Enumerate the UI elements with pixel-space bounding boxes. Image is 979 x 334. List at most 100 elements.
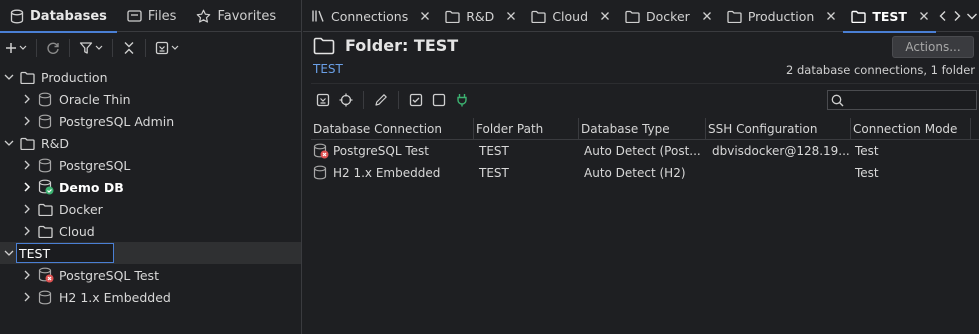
crosshair-icon: [339, 93, 353, 107]
folder-rename-input[interactable]: TEST: [16, 243, 114, 263]
column-header[interactable]: Database Connection: [311, 117, 474, 140]
database-icon: [38, 92, 54, 107]
pencil-icon: [375, 94, 387, 106]
editor-area: Connections R&D Cloud Docker Production …: [303, 0, 979, 334]
tab-connections[interactable]: Connections: [303, 0, 437, 32]
uncheck-all-button[interactable]: [429, 88, 449, 112]
tab-label: Cloud: [552, 8, 589, 24]
chevron-right-icon[interactable]: [20, 292, 34, 302]
tree-connection-postgresql-test[interactable]: PostgreSQL Test: [0, 264, 301, 286]
chevron-down-icon[interactable]: [2, 249, 16, 257]
folder-icon: [445, 10, 460, 23]
tree-folder-rnd[interactable]: R&D: [0, 132, 301, 154]
tree-connection-postgresql-admin[interactable]: PostgreSQL Admin: [0, 110, 301, 132]
tab-label: Production: [747, 8, 815, 24]
edit-button[interactable]: [371, 88, 391, 112]
page-title-text: Folder: TEST: [345, 36, 459, 55]
chevron-right-icon[interactable]: [20, 94, 34, 104]
page-title: Folder: TEST: [313, 36, 458, 55]
search-input[interactable]: [827, 90, 977, 110]
new-connection-button[interactable]: [2, 36, 30, 60]
chevron-left-icon[interactable]: [938, 10, 948, 22]
table-cell: PostgreSQL Test: [311, 140, 474, 162]
close-icon[interactable]: [826, 11, 836, 21]
connection-name: H2 1.x Embedded: [333, 166, 441, 180]
chevron-down-icon[interactable]: [2, 139, 16, 147]
column-header[interactable]: Database Type: [579, 117, 706, 140]
chevron-down-icon[interactable]: [2, 73, 16, 81]
close-icon[interactable]: [600, 11, 610, 21]
tree-connection-demo-db[interactable]: Demo DB: [0, 176, 301, 198]
chevron-right-icon[interactable]: [952, 10, 962, 22]
view-options-button[interactable]: [152, 36, 182, 60]
column-header[interactable]: Connection Mode: [851, 117, 971, 140]
tree-connection-oracle-thin[interactable]: Oracle Thin: [0, 88, 301, 110]
editor-tabs: Connections R&D Cloud Docker Production …: [303, 0, 979, 33]
filter-button[interactable]: [76, 36, 106, 60]
tree-folder-cloud[interactable]: Cloud: [0, 220, 301, 242]
toolbar-divider: [363, 91, 364, 109]
view-options-button[interactable]: [313, 88, 333, 112]
check-all-button[interactable]: [406, 88, 426, 112]
database-error-icon: [38, 267, 54, 283]
chevron-right-icon[interactable]: [20, 204, 34, 214]
folder-icon: [625, 10, 640, 23]
tree-connection-h2-embedded[interactable]: H2 1.x Embedded: [0, 286, 301, 308]
tab-favorites-label: Favorites: [217, 8, 277, 24]
chevron-right-icon[interactable]: [20, 270, 34, 280]
tab-cloud[interactable]: Cloud: [523, 0, 617, 32]
toolbar-divider: [69, 39, 70, 57]
close-icon[interactable]: [919, 11, 929, 21]
database-icon: [38, 114, 54, 129]
chevron-right-icon[interactable]: [20, 182, 34, 192]
tab-rnd[interactable]: R&D: [437, 0, 523, 32]
tree-connection-postgresql[interactable]: PostgreSQL: [0, 154, 301, 176]
toolbar-divider: [36, 39, 37, 57]
chevron-right-icon[interactable]: [20, 160, 34, 170]
folder-icon: [20, 71, 36, 84]
collapse-all-button[interactable]: [119, 36, 139, 60]
tree-connection-label: PostgreSQL: [59, 157, 131, 173]
refresh-button[interactable]: [43, 36, 63, 60]
connect-button[interactable]: [452, 88, 472, 112]
folder-path-link[interactable]: TEST: [313, 62, 343, 76]
folder-icon: [531, 10, 546, 23]
table-row[interactable]: H2 1.x Embedded TEST Auto Detect (H2) Te…: [311, 162, 979, 184]
close-icon[interactable]: [702, 11, 712, 21]
navigator-panel: Databases Files Favorites Production Ora…: [0, 0, 302, 334]
tab-databases[interactable]: Databases: [0, 0, 117, 33]
table-cell: H2 1.x Embedded: [311, 162, 474, 184]
tab-label: Connections: [331, 8, 409, 24]
target-button[interactable]: [336, 88, 356, 112]
tree-folder-docker[interactable]: Docker: [0, 198, 301, 220]
close-icon[interactable]: [506, 11, 516, 21]
actions-button[interactable]: Actions...: [892, 36, 974, 58]
checkbox-checked-icon: [409, 93, 423, 107]
files-icon: [127, 9, 142, 23]
grid-toolbar: [311, 88, 979, 112]
database-icon: [313, 165, 329, 181]
close-icon[interactable]: [420, 11, 430, 21]
chevron-right-icon[interactable]: [20, 226, 34, 236]
tab-test[interactable]: TEST: [843, 0, 936, 33]
tab-files[interactable]: Files: [117, 0, 187, 32]
column-header[interactable]: SSH Configuration: [706, 117, 851, 140]
checkbox-icon: [432, 93, 446, 107]
plus-icon: [6, 43, 16, 53]
tree-connection-label: Demo DB: [59, 179, 124, 195]
column-header[interactable]: Folder Path: [474, 117, 579, 140]
divider: [311, 83, 979, 84]
toolbar-divider: [398, 91, 399, 109]
tree-folder-test[interactable]: TEST: [0, 242, 301, 264]
chevron-right-icon[interactable]: [20, 116, 34, 126]
tab-production[interactable]: Production: [719, 0, 844, 32]
table-row[interactable]: PostgreSQL Test TEST Auto Detect (Post..…: [311, 140, 979, 162]
chevron-down-icon[interactable]: [966, 11, 978, 21]
tree-folder-production[interactable]: Production: [0, 66, 301, 88]
chevron-down-icon: [19, 45, 27, 50]
table-cell: Auto Detect (Post...: [584, 144, 701, 158]
tab-favorites[interactable]: Favorites: [186, 0, 286, 32]
database-error-icon: [313, 143, 329, 159]
folder-icon: [38, 225, 54, 238]
tab-docker[interactable]: Docker: [617, 0, 719, 32]
